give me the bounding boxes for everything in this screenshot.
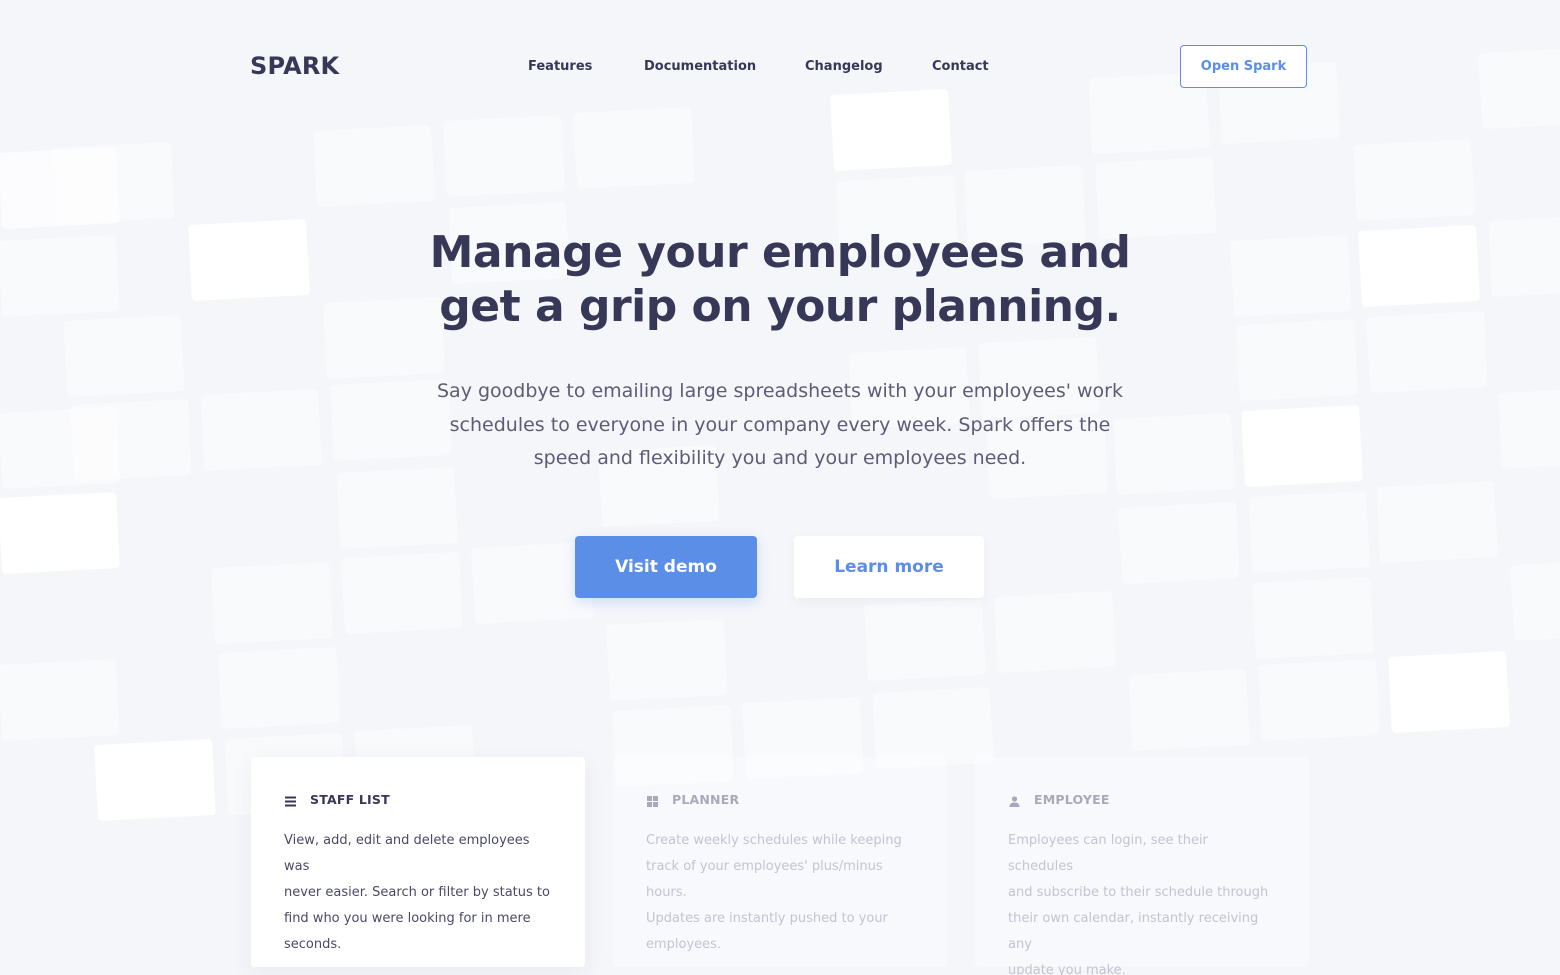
background-tile — [1488, 214, 1560, 298]
card-header: STAFF LIST — [284, 791, 552, 807]
background-tile — [341, 551, 463, 635]
background-tile — [1118, 501, 1240, 585]
background-tile — [1241, 404, 1363, 488]
background-tile — [994, 590, 1116, 674]
background-tile — [864, 598, 986, 682]
background-tile — [70, 398, 192, 482]
background-tile — [1258, 658, 1380, 742]
nav-link-changelog[interactable]: Changelog — [805, 59, 883, 74]
card-header: PLANNER — [646, 791, 914, 807]
hero-subtitle-line: schedules to everyone in your company ev… — [449, 413, 1111, 436]
background-tile — [211, 561, 333, 645]
card-description-line: Create weekly schedules while keeping — [646, 833, 902, 848]
feature-card-staff-list[interactable]: STAFF LIST View, add, edit and delete em… — [251, 757, 585, 967]
card-description: View, add, edit and delete employees was… — [284, 828, 552, 958]
feature-card-employee[interactable]: EMPLOYEE Employees can login, see their … — [975, 757, 1309, 975]
feature-card-planner[interactable]: PLANNER Create weekly schedules while ke… — [613, 757, 947, 967]
card-description: Create weekly schedules while keeping tr… — [646, 828, 914, 958]
card-description-line: employees. — [646, 937, 722, 952]
card-description-line: and subscribe to their schedule through — [1008, 885, 1269, 900]
list-icon — [284, 793, 297, 806]
grid-icon — [646, 793, 659, 807]
background-tile — [1510, 558, 1560, 642]
learn-more-button[interactable]: Learn more — [794, 536, 984, 598]
background-tile — [1498, 386, 1560, 470]
background-tile — [1366, 310, 1488, 394]
card-description-line: View, add, edit and delete employees was — [284, 833, 530, 874]
hero-title-line: get a grip on your planning. — [439, 281, 1121, 332]
background-tile — [443, 114, 565, 198]
background-tile — [1376, 480, 1498, 564]
nav-link-contact[interactable]: Contact — [932, 59, 989, 74]
card-description-line: find who you were looking for in mere — [284, 911, 531, 926]
hero-subtitle: Say goodbye to emailing large spreadshee… — [420, 375, 1140, 476]
visit-demo-button[interactable]: Visit demo — [575, 536, 757, 598]
background-tile — [0, 234, 120, 318]
hero-subtitle-line: Say goodbye to emailing large spreadshee… — [436, 380, 1123, 402]
background-tile — [0, 658, 120, 742]
card-title: PLANNER — [672, 791, 740, 807]
landing-page: SPARK Features Documentation Changelog C… — [0, 0, 1560, 975]
background-tile — [573, 106, 695, 190]
background-tile — [94, 738, 216, 822]
background-tile — [0, 491, 120, 575]
card-description-line: Updates are instantly pushed to your — [646, 911, 888, 926]
hero-title-line: Manage your employees and — [429, 227, 1131, 278]
hero-subtitle-line: speed and flexibility you and your emplo… — [533, 447, 1027, 469]
background-tile — [830, 88, 952, 172]
card-header: EMPLOYEE — [1008, 791, 1276, 807]
open-spark-button[interactable]: Open Spark — [1180, 45, 1307, 88]
background-tile — [1230, 234, 1352, 318]
card-description-line: track of your employees' plus/minus hour… — [646, 859, 883, 900]
card-description-line: their own calendar, instantly receiving … — [1008, 911, 1259, 952]
background-tile — [0, 146, 120, 230]
background-tile — [1236, 318, 1358, 402]
background-tile — [1252, 576, 1374, 660]
background-tile — [200, 388, 322, 472]
card-title: STAFF LIST — [310, 791, 390, 807]
background-tile — [1388, 650, 1510, 734]
background-tile — [336, 466, 458, 550]
background-tile — [0, 406, 120, 490]
background-tile — [1358, 224, 1480, 308]
background-tile — [1128, 668, 1250, 752]
background-tile — [1248, 490, 1370, 574]
background-tile — [313, 124, 435, 208]
background-tile — [188, 218, 310, 302]
card-description-line: seconds. — [284, 937, 342, 952]
background-tile — [53, 141, 175, 225]
card-description-line: never easier. Search or filter by status… — [284, 885, 550, 900]
background-tile — [606, 618, 728, 702]
background-tile — [1353, 138, 1475, 222]
card-title: EMPLOYEE — [1034, 791, 1110, 807]
user-icon — [1008, 793, 1021, 807]
card-description-line: Employees can login, see their schedules — [1008, 833, 1208, 874]
nav-link-documentation[interactable]: Documentation — [644, 59, 756, 74]
hero-title: Manage your employees and get a grip on … — [380, 226, 1180, 334]
card-description: Employees can login, see their schedules… — [1008, 828, 1276, 975]
main-nav: Features Documentation Changelog Contact — [0, 59, 1560, 79]
background-tile — [218, 646, 340, 730]
background-tile — [63, 314, 185, 398]
card-description-line: update you make. — [1008, 963, 1126, 975]
nav-link-features[interactable]: Features — [528, 59, 592, 74]
